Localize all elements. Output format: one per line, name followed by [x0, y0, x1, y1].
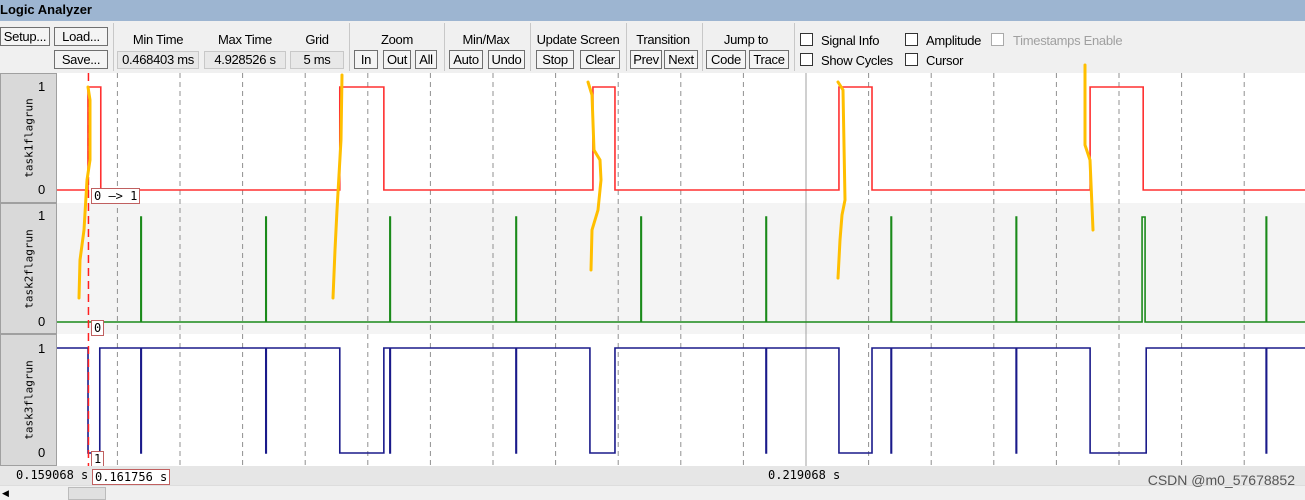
scrollbar-thumb[interactable] — [68, 487, 106, 500]
cursor-time-box: 0.161756 s — [92, 469, 171, 485]
y-low-label: 0 — [38, 314, 46, 329]
task1-value-box: 0 —> 1 — [91, 188, 141, 204]
task2-value-box: 0 — [91, 320, 105, 336]
y-high-label: 1 — [38, 208, 46, 223]
axis-left-time: 0.159068 s — [16, 468, 89, 482]
y-high-label: 1 — [38, 79, 46, 94]
task3-value-box: 1 — [91, 451, 105, 467]
time-axis — [0, 466, 1305, 485]
y-low-label: 0 — [38, 182, 46, 197]
horizontal-scrollbar[interactable]: ◀ — [0, 485, 1305, 500]
waveform-plot[interactable] — [0, 0, 1305, 500]
watermark: CSDN @m0_57678852 — [1147, 472, 1295, 488]
y-low-label: 0 — [38, 445, 46, 460]
y-high-label: 1 — [38, 341, 46, 356]
axis-center-time: 0.219068 s — [768, 468, 841, 482]
scroll-left-arrow-icon[interactable]: ◀ — [2, 488, 9, 499]
